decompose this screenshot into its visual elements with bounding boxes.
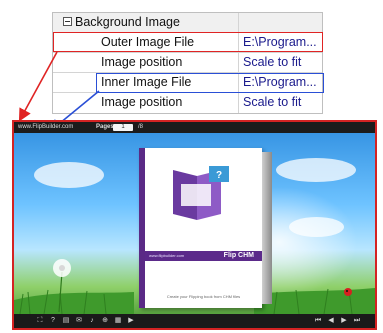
cover-title: Flip CHM — [223, 252, 254, 259]
property-row-image-position[interactable]: Image position Scale to fit — [53, 93, 322, 113]
property-label: Image position — [101, 95, 183, 109]
autoplay-icon[interactable]: ▶ — [127, 317, 135, 325]
share-icon[interactable]: ✉ — [75, 317, 83, 325]
next-page-icon[interactable]: ▶ — [340, 317, 348, 325]
category-row-background-image[interactable]: Background Image — [53, 13, 322, 33]
preview-toolbar: ⛶ ? ▤ ✉ ♪ ⊕ ▦ ▶ ⏮ ◀ ▶ ⏭ — [14, 314, 375, 328]
first-page-icon[interactable]: ⏮ — [314, 317, 322, 325]
outer-image-highlight — [53, 32, 323, 52]
property-value[interactable]: Scale to fit — [243, 55, 301, 69]
property-label: Image position — [101, 55, 183, 69]
thumbnail-icon[interactable]: ▦ — [114, 317, 122, 325]
page-stack — [262, 152, 272, 304]
property-row-image-position[interactable]: Image position Scale to fit — [53, 53, 322, 73]
cover-subtitle: www.flipbuilder.com — [149, 253, 185, 258]
cover-footer-text: Create your Flipping book from CHM files — [166, 294, 241, 299]
svg-text:?: ? — [216, 170, 222, 181]
help-icon[interactable]: ? — [49, 317, 57, 325]
property-value[interactable]: Scale to fit — [243, 95, 301, 109]
chm-logo-icon: ? — [173, 166, 229, 220]
inner-image-highlight — [96, 73, 324, 93]
previous-page-icon[interactable]: ◀ — [327, 317, 335, 325]
zoom-icon[interactable]: ⊕ — [101, 317, 109, 325]
flipbook-cover-page[interactable]: ? www.flipbuilder.com Flip CHM Create yo… — [139, 148, 272, 308]
sound-icon[interactable]: ♪ — [88, 317, 96, 325]
flipbook-preview: www.FlipBuilder.com Pages: 1 /8 ? www.fl… — [12, 120, 377, 330]
category-label: Background Image — [75, 15, 180, 29]
property-grid: Background Image Outer Image File E:\Pro… — [52, 12, 323, 114]
cover-banner: www.flipbuilder.com Flip CHM — [145, 251, 262, 261]
fullscreen-icon[interactable]: ⛶ — [36, 317, 44, 325]
print-icon[interactable]: ▤ — [62, 317, 70, 325]
collapse-toggle-icon[interactable] — [63, 17, 72, 26]
last-page-icon[interactable]: ⏭ — [353, 317, 361, 325]
book-spine — [139, 148, 145, 308]
